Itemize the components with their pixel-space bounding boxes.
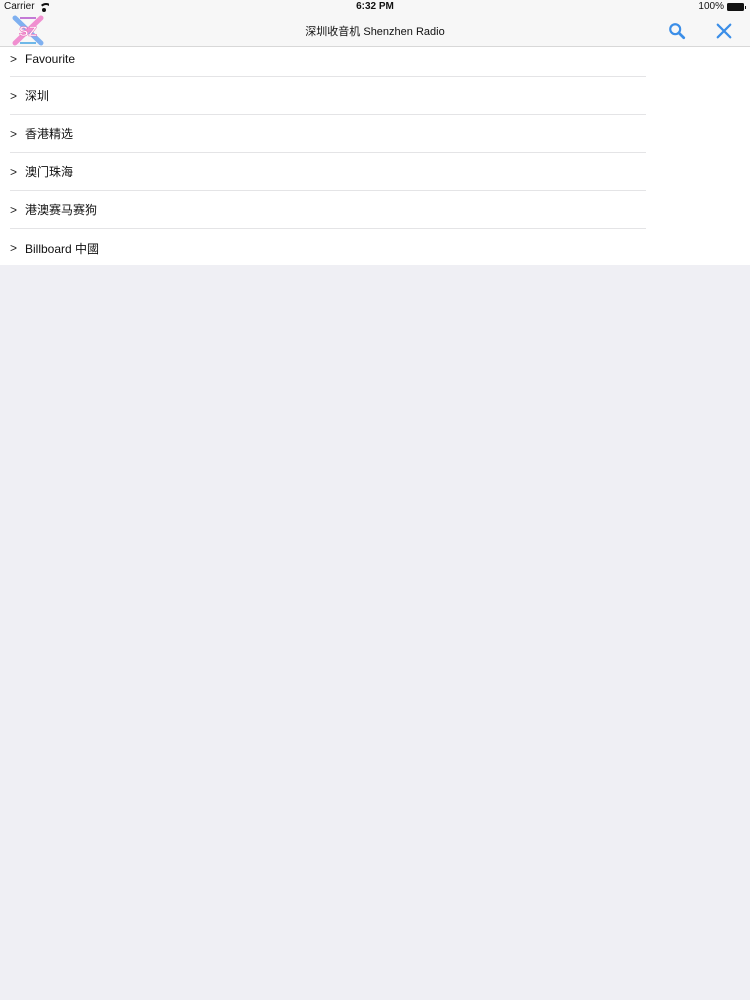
list-item-macau-zhuhai[interactable]: > 澳门珠海 [10,153,646,191]
status-time: 6:32 PM [356,1,394,12]
list-item-label: Favourite [25,52,76,66]
list-item-label: 澳门珠海 [25,165,74,179]
battery-icon [727,3,746,11]
search-icon [669,23,686,40]
navigation-bar: SZ 深圳收音机 Shenzhen Radio [0,14,750,47]
chevron-right-icon: > [10,164,18,179]
list-item-shenzhen[interactable]: > 深圳 [10,77,646,115]
chevron-right-icon: > [10,202,18,217]
list-item-label: 港澳赛马赛狗 [25,203,98,217]
chevron-right-icon: > [10,88,18,103]
chevron-right-icon: > [10,52,18,66]
category-list: > Favourite > 深圳 > 香港精选 > 澳门珠海 > 港澳赛马赛狗 … [0,47,750,265]
battery-percent: 100% [698,1,724,12]
list-item-label: 香港精选 [25,127,74,141]
chevron-right-icon: > [10,241,18,255]
app-screen: Carrier 6:32 PM 100% SZ 深圳收音机 Shenzhen R… [0,0,750,1000]
close-icon [716,23,732,39]
list-item-favourite[interactable]: > Favourite [10,47,646,77]
page-title: 深圳收音机 Shenzhen Radio [305,26,445,38]
status-right: 100% [698,0,746,14]
list-item-billboard[interactable]: > Billboard 中國 [10,229,646,267]
chevron-right-icon: > [10,126,18,141]
list-item-racing[interactable]: > 港澳赛马赛狗 [10,191,646,229]
close-button[interactable] [711,18,737,44]
list-item-hongkong[interactable]: > 香港精选 [10,115,646,153]
list-item-label: Billboard 中國 [25,241,100,256]
list-item-label: 深圳 [25,89,50,103]
search-button[interactable] [664,18,690,44]
status-bar: Carrier 6:32 PM 100% [0,0,750,14]
